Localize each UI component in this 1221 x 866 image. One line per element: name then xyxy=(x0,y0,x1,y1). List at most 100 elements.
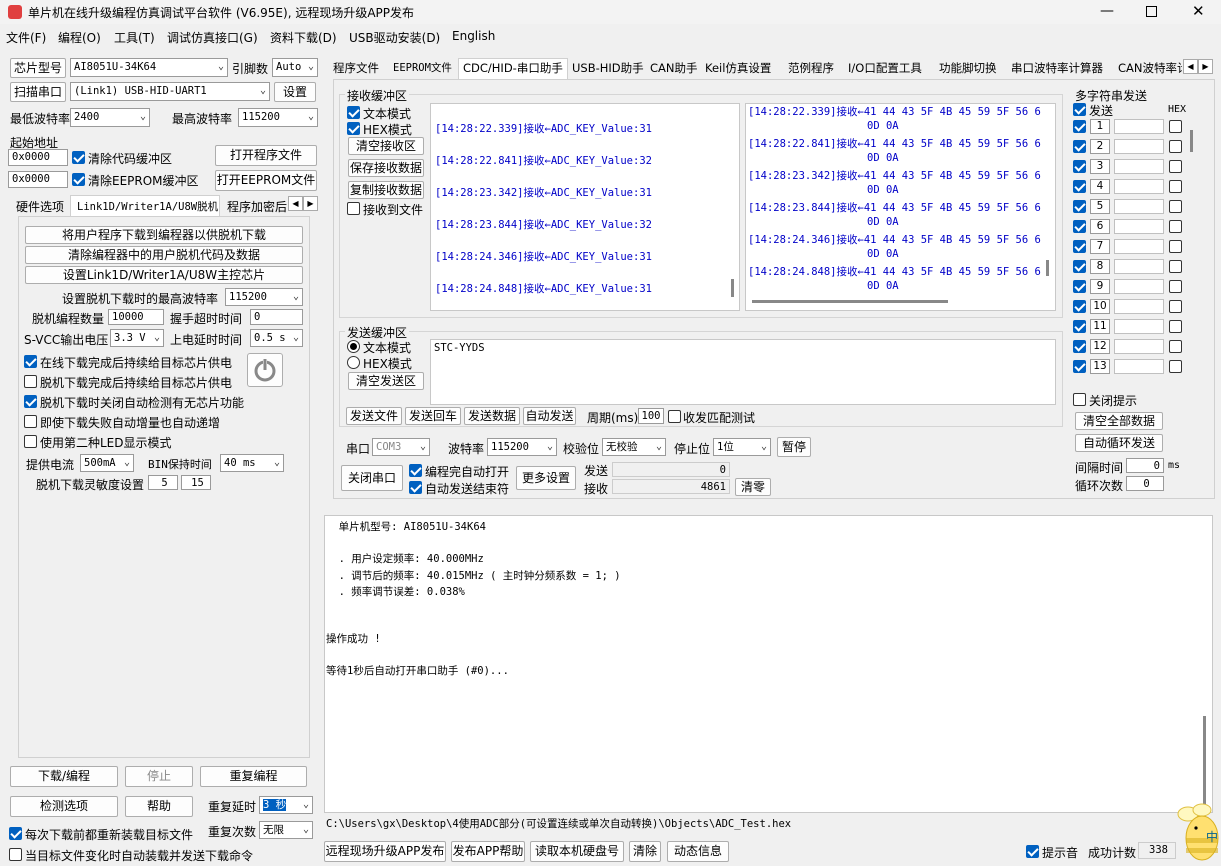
multi-row-send-button[interactable]: 1 xyxy=(1090,119,1110,134)
parity-select[interactable]: 无校验 ⌄ xyxy=(602,438,666,456)
multi-row-hex-checkbox[interactable] xyxy=(1169,360,1182,373)
open-eeprom-button[interactable]: 打开EEPROM文件 xyxy=(215,170,317,191)
opt-led-mode-checkbox[interactable] xyxy=(24,435,37,448)
multi-row-hex-checkbox[interactable] xyxy=(1169,260,1182,273)
period-input[interactable]: 100 xyxy=(638,408,664,424)
multi-row-input[interactable] xyxy=(1114,219,1164,234)
copy-receive-button[interactable]: 复制接收数据 xyxy=(348,181,424,199)
multi-row-checkbox[interactable] xyxy=(1073,220,1086,233)
clear-log-button[interactable]: 清除 xyxy=(629,841,661,862)
hex-hscrollbar[interactable] xyxy=(752,300,948,303)
menu-usb-driver[interactable]: USB驱动安装(D) xyxy=(349,29,440,46)
menu-program[interactable]: 编程(O) xyxy=(58,29,101,46)
multi-row-send-button[interactable]: 13 xyxy=(1090,359,1110,374)
tab-hardware-options[interactable]: 硬件选项 xyxy=(16,198,64,215)
menu-file[interactable]: 文件(F) xyxy=(6,29,46,46)
opt-online-power-checkbox[interactable] xyxy=(24,355,37,368)
sensitivity-input-2[interactable]: 15 xyxy=(181,475,211,490)
tab-scroll-right[interactable]: ▶ xyxy=(303,196,318,211)
multi-row-send-button[interactable]: 6 xyxy=(1090,219,1110,234)
multi-row-send-button[interactable]: 4 xyxy=(1090,179,1110,194)
multi-row-checkbox[interactable] xyxy=(1073,200,1086,213)
scan-port-button[interactable]: 扫描串口 xyxy=(10,82,66,102)
reprogram-button[interactable]: 重复编程 xyxy=(200,766,307,787)
receive-hex-area[interactable]: [14:28:22.339]接收←41 44 43 5F 4B 45 59 5F… xyxy=(745,103,1056,311)
multi-row-input[interactable] xyxy=(1114,139,1164,154)
opt-no-chip-detect-checkbox[interactable] xyxy=(24,395,37,408)
save-receive-button[interactable]: 保存接收数据 xyxy=(348,159,424,177)
set-master-chip-button[interactable]: 设置Link1D/Writer1A/U8W主控芯片 xyxy=(25,266,303,284)
auto-end-checkbox[interactable] xyxy=(409,481,422,494)
multi-row-hex-checkbox[interactable] xyxy=(1169,120,1182,133)
multi-row-checkbox[interactable] xyxy=(1073,340,1086,353)
stop-button[interactable]: 停止 xyxy=(125,766,193,787)
clear-programmer-button[interactable]: 清除编程器中的用户脱机代码及数据 xyxy=(25,246,303,264)
tab-can-baud[interactable]: CAN波特率计 xyxy=(1113,58,1183,79)
close-tip-checkbox[interactable] xyxy=(1073,393,1086,406)
multi-row-input[interactable] xyxy=(1114,179,1164,194)
multi-row-hex-checkbox[interactable] xyxy=(1169,140,1182,153)
check-options-button[interactable]: 检测选项 xyxy=(10,796,118,817)
multi-row-input[interactable] xyxy=(1114,319,1164,334)
multi-row-send-button[interactable]: 10 xyxy=(1090,299,1110,314)
multi-row-input[interactable] xyxy=(1114,359,1164,374)
dynamic-info-button[interactable]: 动态信息 xyxy=(667,841,729,862)
multi-row-checkbox[interactable] xyxy=(1073,360,1086,373)
multi-row-send-button[interactable]: 11 xyxy=(1090,319,1110,334)
multi-row-checkbox[interactable] xyxy=(1073,280,1086,293)
maximize-icon[interactable] xyxy=(1146,6,1157,17)
receive-to-file-checkbox[interactable] xyxy=(347,202,360,215)
clear-eeprom-checkbox[interactable] xyxy=(72,173,85,186)
open-program-button[interactable]: 打开程序文件 xyxy=(215,145,317,166)
log-scrollbar[interactable] xyxy=(1203,716,1206,806)
close-icon[interactable]: ✕ xyxy=(1192,2,1205,20)
send-text-mode-radio[interactable] xyxy=(347,340,360,353)
multi-row-hex-checkbox[interactable] xyxy=(1169,180,1182,193)
send-file-button[interactable]: 发送文件 xyxy=(346,407,402,425)
tab-program-file[interactable]: 程序文件 xyxy=(328,58,384,79)
serial-port-select[interactable]: COM3 ⌄ xyxy=(372,438,430,456)
svcc-select[interactable]: 3.3 V ⌄ xyxy=(110,329,164,347)
opt-offline-power-checkbox[interactable] xyxy=(24,375,37,388)
multi-row-send-button[interactable]: 9 xyxy=(1090,279,1110,294)
tabs-scroll-left[interactable]: ◀ xyxy=(1183,59,1198,74)
max-baud-select[interactable]: 115200 ⌄ xyxy=(238,108,318,127)
multi-row-checkbox[interactable] xyxy=(1073,120,1086,133)
interval-input[interactable]: 0 xyxy=(1126,458,1164,473)
baud-select[interactable]: 115200 ⌄ xyxy=(487,438,557,456)
pins-select[interactable]: Auto ⌄ xyxy=(272,58,318,77)
menu-english[interactable]: English xyxy=(452,29,495,43)
tab-keil[interactable]: Keil仿真设置 xyxy=(700,58,776,79)
tab-baud-calc[interactable]: 串口波特率计算器 xyxy=(1006,58,1108,79)
pause-button[interactable]: 暂停 xyxy=(777,437,811,457)
handshake-timeout-input[interactable]: 0 xyxy=(250,309,303,325)
settings-button[interactable]: 设置 xyxy=(274,82,316,102)
multi-row-send-button[interactable]: 7 xyxy=(1090,239,1110,254)
sensitivity-input-1[interactable]: 5 xyxy=(148,475,178,490)
receive-text-mode-checkbox[interactable] xyxy=(347,106,360,119)
offline-count-input[interactable]: 10000 xyxy=(108,309,164,325)
multi-row-input[interactable] xyxy=(1114,159,1164,174)
multi-row-hex-checkbox[interactable] xyxy=(1169,300,1182,313)
menu-tools[interactable]: 工具(T) xyxy=(114,29,155,46)
multi-row-input[interactable] xyxy=(1114,299,1164,314)
multi-row-send-button[interactable]: 2 xyxy=(1090,139,1110,154)
tab-usb-hid[interactable]: USB-HID助手 xyxy=(567,58,649,79)
menu-downloads[interactable]: 资料下载(D) xyxy=(270,29,337,46)
menu-debug[interactable]: 调试仿真接口(G) xyxy=(167,29,258,46)
close-port-button[interactable]: 关闭串口 xyxy=(341,465,403,491)
download-to-programmer-button[interactable]: 将用户程序下载到编程器以供脱机下载 xyxy=(25,226,303,244)
multi-row-input[interactable] xyxy=(1114,199,1164,214)
publish-help-button[interactable]: 发布APP帮助 xyxy=(451,841,525,862)
clear-counts-button[interactable]: 清零 xyxy=(735,478,771,496)
tab-scroll-left[interactable]: ◀ xyxy=(288,196,303,211)
min-baud-select[interactable]: 2400 ⌄ xyxy=(70,108,150,127)
more-settings-button[interactable]: 更多设置 xyxy=(516,466,576,490)
multi-scrollbar[interactable] xyxy=(1190,130,1193,152)
multi-row-send-button[interactable]: 8 xyxy=(1090,259,1110,274)
send-hex-mode-radio[interactable] xyxy=(347,356,360,369)
multi-row-hex-checkbox[interactable] xyxy=(1169,280,1182,293)
loop-count-input[interactable]: 0 xyxy=(1126,476,1164,491)
clear-all-data-button[interactable]: 清空全部数据 xyxy=(1075,412,1163,430)
multi-row-checkbox[interactable] xyxy=(1073,320,1086,333)
